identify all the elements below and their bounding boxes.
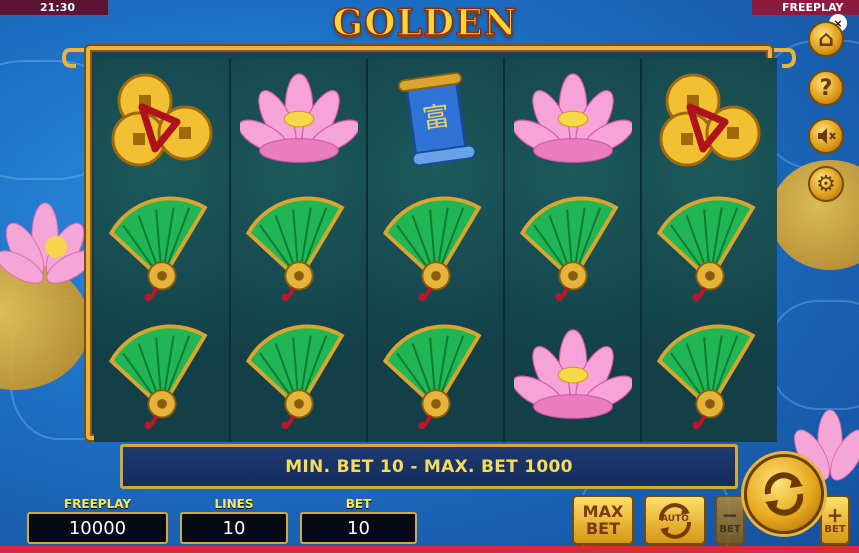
help-button[interactable]: ? <box>808 70 844 106</box>
fan-symbol <box>231 186 366 314</box>
fan-symbol <box>642 186 777 314</box>
bet-increase-label: BET <box>824 523 846 535</box>
reel-frame: 富 <box>62 44 796 442</box>
coins-symbol <box>642 58 777 186</box>
lotus-symbol <box>505 314 640 442</box>
fan-symbol <box>368 186 503 314</box>
help-icon: ? <box>819 75 833 101</box>
clock: 21:30 <box>0 0 108 15</box>
bet-decrease-label: BET <box>719 523 741 535</box>
game-logo: GOLDEN FISH <box>332 1 518 87</box>
reel-2 <box>231 58 366 442</box>
home-icon: ⌂ <box>818 26 834 52</box>
lotus-symbol <box>231 58 366 186</box>
reel-5 <box>642 58 777 442</box>
lotus-symbol <box>505 58 640 186</box>
minus-icon: − <box>721 502 739 527</box>
auto-spin-button[interactable]: AUTO <box>644 495 706 545</box>
home-button[interactable]: ⌂ <box>808 21 844 57</box>
fan-symbol <box>642 314 777 442</box>
freeplay-balance: 10000 <box>27 512 168 544</box>
sound-button[interactable] <box>808 118 844 154</box>
auto-label: AUTO <box>661 514 689 524</box>
max-bet-label-top: MAX <box>582 502 624 521</box>
freeplay-label: FREEPLAY <box>63 497 132 511</box>
reel-4 <box>505 58 640 442</box>
reel-1 <box>94 58 229 442</box>
bet-value: 10 <box>300 512 417 544</box>
coins-symbol <box>94 58 229 186</box>
settings-gear-icon: ⚙ <box>816 171 836 197</box>
max-bet-button[interactable]: MAX BET <box>572 495 634 545</box>
reel-area: 富 <box>86 46 777 442</box>
spin-arrows-icon <box>764 472 804 516</box>
svg-text:富: 富 <box>420 101 451 135</box>
bet-decrease-button[interactable]: − BET <box>715 495 745 545</box>
fan-symbol <box>94 314 229 442</box>
fan-symbol <box>231 314 366 442</box>
plus-icon: + <box>826 502 844 527</box>
bet-limits-banner: MIN. BET 10 - MAX. BET 1000 <box>120 444 738 489</box>
settings-button[interactable]: ⚙ <box>808 166 844 202</box>
lines-label: LINES <box>214 497 254 511</box>
max-bet-label-bottom: BET <box>585 519 621 538</box>
sound-muted-icon <box>818 128 836 144</box>
reel-3: 富 <box>368 58 503 442</box>
bet-increase-button[interactable]: + BET <box>820 495 850 545</box>
fan-symbol <box>505 186 640 314</box>
mode-indicator: FREEPLAY <box>752 0 859 15</box>
bet-label: BET <box>345 497 372 511</box>
scroll-symbol: 富 <box>368 58 503 186</box>
fan-symbol <box>368 314 503 442</box>
spin-button[interactable] <box>744 454 824 534</box>
fan-symbol <box>94 186 229 314</box>
lines-value: 10 <box>180 512 288 544</box>
bottom-strip <box>0 546 859 553</box>
